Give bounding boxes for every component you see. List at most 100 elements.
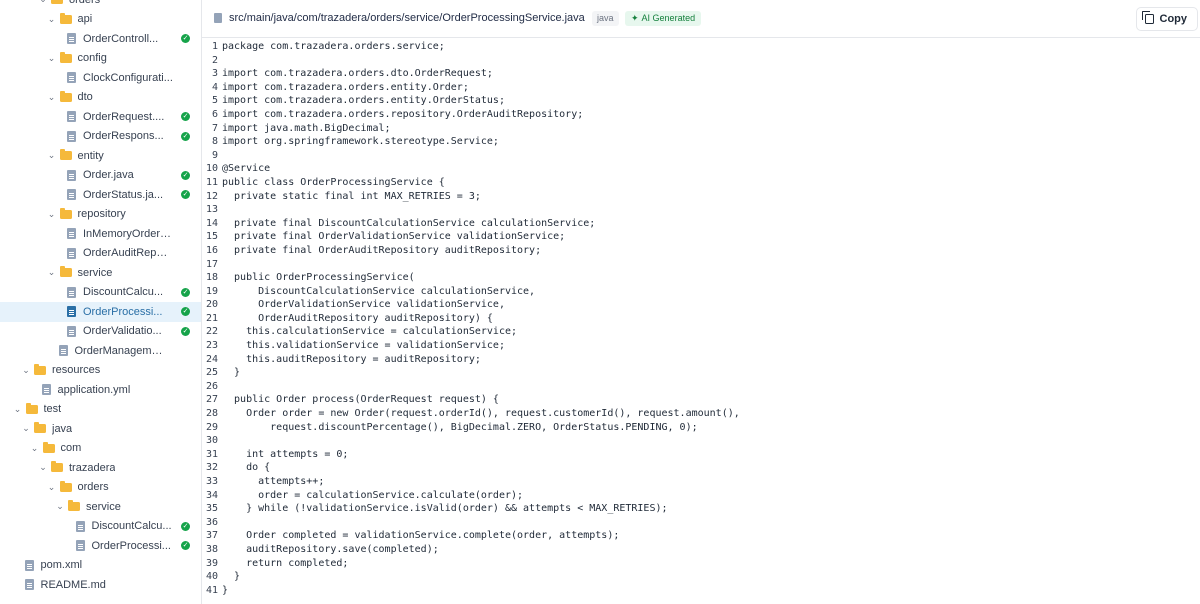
chevron-down-icon[interactable]: ⌄	[21, 365, 31, 376]
tree-file[interactable]: OrderProcessi... ✓	[0, 302, 201, 322]
chevron-down-icon[interactable]: ⌄	[47, 267, 57, 278]
tree-file[interactable]: OrderControll... ✓	[0, 29, 201, 49]
tree-item-label: orders	[77, 481, 109, 494]
tree-folder[interactable]: ⌄ orders	[0, 478, 201, 498]
tree-file[interactable]: pom.xml	[0, 556, 201, 576]
code-line: 13	[202, 203, 740, 217]
tree-file[interactable]: OrderRequest.... ✓	[0, 107, 201, 127]
file-icon	[75, 520, 85, 532]
tree-folder[interactable]: ⌄ orders	[0, 0, 201, 10]
code-line: 3 import com.trazadera.orders.dto.OrderRe…	[202, 67, 740, 81]
code-line: 40 }	[202, 570, 740, 584]
tree-file[interactable]: README.md	[0, 575, 201, 595]
tree-file[interactable]: InMemoryOrderA...	[0, 224, 201, 244]
tree-folder[interactable]: ⌄ com	[0, 439, 201, 459]
tree-folder[interactable]: ⌄ test	[0, 400, 201, 420]
line-number: 36	[205, 516, 218, 528]
chevron-down-icon[interactable]: ⌄	[47, 92, 57, 103]
tree-file[interactable]: OrderAuditReposi...	[0, 244, 201, 264]
line-number: 14	[205, 217, 218, 229]
chevron-down-icon[interactable]: ⌄	[13, 404, 23, 415]
code-line: 15 private final OrderValidationService …	[202, 230, 740, 244]
chevron-down-icon[interactable]: ⌄	[47, 150, 57, 161]
code-line: 32 do {	[202, 461, 740, 475]
code-text: attempts++;	[222, 476, 325, 487]
folder-icon	[59, 149, 72, 161]
tree-item-label: OrderValidatio...	[83, 325, 162, 338]
tree-item-label: OrderRequest....	[83, 110, 165, 123]
chevron-down-icon[interactable]: ⌄	[47, 53, 57, 64]
tree-file[interactable]: Order.java ✓	[0, 166, 201, 186]
tree-folder[interactable]: ⌄ trazadera	[0, 458, 201, 478]
chevron-down-icon[interactable]: ⌄	[47, 14, 57, 25]
chevron-down-icon[interactable]: ⌄	[38, 462, 48, 473]
chevron-down-icon[interactable]: ⌄	[47, 482, 57, 493]
folder-icon	[68, 500, 80, 512]
tree-file[interactable]: ClockConfigurati...	[0, 68, 201, 88]
tree-folder[interactable]: ⌄ repository	[0, 205, 201, 225]
code-text: }	[222, 571, 241, 583]
tree-item-label: OrderProcessi...	[83, 305, 163, 318]
code-line: 17	[202, 258, 740, 272]
chevron-down-icon[interactable]: ⌄	[21, 423, 31, 434]
file-icon	[67, 228, 76, 240]
tree-folder[interactable]: ⌄ api	[0, 10, 201, 30]
code-line: 38 auditRepository.save(completed);	[202, 543, 740, 557]
chevron-down-icon[interactable]: ⌄	[38, 0, 48, 5]
tree-item-label: DiscountCalcu...	[83, 286, 164, 299]
code-text: Order order = new Order(request.orderId(…	[222, 408, 740, 420]
copy-icon	[1141, 11, 1154, 24]
code-lines: 1 package com.trazadera.orders.service; 2 3…	[202, 40, 740, 597]
code-text: this.auditRepository = auditRepository;	[222, 353, 481, 365]
chevron-down-icon[interactable]: ⌄	[47, 209, 57, 220]
tree-file[interactable]: DiscountCalcu... ✓	[0, 517, 201, 537]
line-number: 17	[205, 258, 218, 270]
code-line: 18 public OrderProcessingService(	[202, 271, 740, 285]
code-text: public class OrderProcessingService {	[222, 176, 445, 188]
line-number: 39	[205, 557, 218, 569]
chevron-down-icon[interactable]: ⌄	[30, 443, 40, 454]
tree-folder[interactable]: ⌄ config	[0, 49, 201, 69]
tree-folder[interactable]: ⌄ entity	[0, 146, 201, 166]
code-text: private final OrderAuditRepository audit…	[222, 244, 542, 256]
line-number: 5	[211, 95, 218, 107]
tree-folder[interactable]: ⌄ dto	[0, 88, 201, 108]
code-line: 9	[202, 149, 740, 163]
tree-folder[interactable]: ⌄ service	[0, 263, 201, 283]
code-line: 35 } while (!validationService.isValid(o…	[202, 502, 740, 516]
code-text: }	[222, 584, 229, 596]
code-editor[interactable]: 1 package com.trazadera.orders.service; 2 3…	[202, 38, 1200, 604]
code-line: 30	[202, 434, 740, 448]
tree-file[interactable]: OrderProcessi... ✓	[0, 536, 201, 556]
code-line: 34 order = calculationService.calculate(…	[202, 489, 740, 503]
tree-folder[interactable]: ⌄ service	[0, 497, 201, 517]
folder-icon	[59, 51, 72, 63]
code-line: 36	[202, 516, 740, 530]
tree-item-label: application.yml	[57, 383, 131, 396]
tree-item-label: com	[60, 442, 82, 455]
tree-item-label: entity	[77, 149, 104, 162]
tree-file[interactable]: OrderManagement...	[0, 341, 201, 361]
tree-file[interactable]: DiscountCalcu... ✓	[0, 283, 201, 303]
code-text: import com.trazadera.orders.entity.Order…	[222, 95, 505, 107]
tree-folder[interactable]: ⌄ resources	[0, 361, 201, 381]
tree-file[interactable]: OrderRespons... ✓	[0, 127, 201, 147]
file-tree-sidebar[interactable]: ⌄ orders ⌄ api OrderControll... ✓ ⌄ config Clock…	[0, 0, 202, 604]
file-icon	[75, 540, 85, 552]
tree-item-label: service	[77, 266, 113, 279]
tree-file[interactable]: OrderValidatio... ✓	[0, 322, 201, 342]
tree-file[interactable]: OrderStatus.ja... ✓	[0, 185, 201, 205]
code-text: @Service	[222, 163, 271, 175]
line-number: 23	[205, 340, 218, 352]
line-number: 31	[205, 448, 218, 460]
line-number: 13	[205, 204, 218, 216]
copy-button[interactable]: Copy	[1135, 7, 1198, 31]
tree-file[interactable]: application.yml	[0, 380, 201, 400]
code-line: 39 return completed;	[202, 557, 740, 571]
line-number: 37	[205, 530, 218, 542]
tree-folder[interactable]: ⌄ java	[0, 419, 201, 439]
chevron-down-icon[interactable]: ⌄	[55, 501, 65, 512]
line-number: 35	[205, 503, 218, 515]
sparkle-icon: ✦	[631, 13, 639, 23]
code-line: 22 this.calculationService = calculation…	[202, 325, 740, 339]
